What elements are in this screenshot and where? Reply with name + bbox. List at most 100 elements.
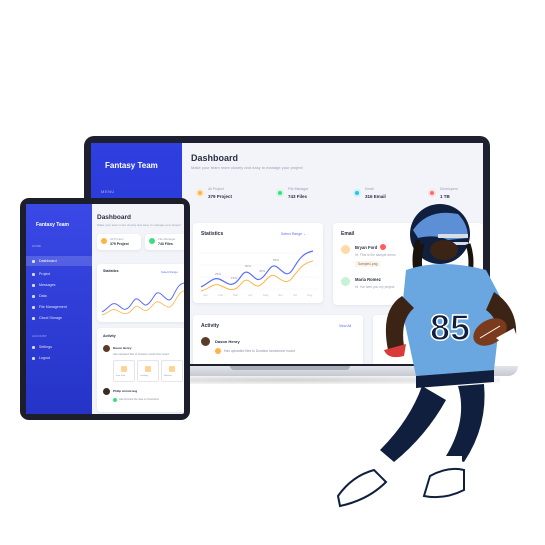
avatar bbox=[103, 345, 110, 352]
tablet-stat-all-project[interactable]: All Project 379 Project bbox=[97, 234, 141, 250]
stat-value: 743 Files bbox=[158, 242, 173, 246]
tablet-statistics-card: Statistics Select Range bbox=[97, 264, 184, 322]
file-icon bbox=[145, 366, 151, 372]
mail-icon bbox=[353, 189, 361, 197]
card-title: Activity bbox=[103, 334, 116, 338]
file-name: Landing bbox=[140, 375, 148, 377]
x-tick: Jun bbox=[278, 293, 283, 297]
file-icon bbox=[121, 366, 127, 372]
x-tick: Aug bbox=[307, 293, 313, 297]
sidebar-item-label: Logout bbox=[39, 356, 50, 360]
tablet-stat-file-manager[interactable]: File Manager 743 Files bbox=[145, 234, 184, 250]
sidebar-item-label: Project bbox=[39, 272, 51, 276]
tablet-page-title: Dashboard bbox=[97, 214, 131, 221]
activity-text: Has uploaded files to Duration randomize… bbox=[224, 349, 295, 353]
card-title: Statistics bbox=[201, 231, 224, 237]
file-icon bbox=[149, 238, 155, 244]
data-label: 55% bbox=[273, 258, 279, 262]
sidebar-item-cloud-storage[interactable]: Cloud Storage bbox=[32, 316, 62, 320]
file-icon bbox=[276, 189, 284, 197]
x-tick: May bbox=[263, 293, 269, 297]
select-range-dropdown[interactable]: Select Range ⌄ bbox=[281, 232, 306, 236]
tablet-activity-card: Activity Dason Henry Has uploaded files … bbox=[97, 328, 184, 412]
avatar bbox=[201, 337, 210, 346]
x-tick: Apr bbox=[248, 293, 253, 297]
laptop-menu-label: MENU bbox=[101, 189, 115, 194]
x-tick: Mar bbox=[233, 293, 238, 297]
file-icon bbox=[32, 305, 35, 309]
card-title: Activity bbox=[201, 323, 220, 329]
gear-icon bbox=[32, 345, 35, 349]
line-chart bbox=[101, 282, 184, 316]
data-icon bbox=[32, 294, 35, 298]
nav-section-home: HOME bbox=[32, 244, 41, 248]
code-icon bbox=[428, 189, 436, 197]
stat-label: File Manager bbox=[158, 237, 176, 241]
tablet-brand[interactable]: Fantasy Team bbox=[36, 222, 69, 228]
stat-label: Email bbox=[365, 187, 374, 191]
stat-label: File Manager bbox=[288, 187, 309, 191]
x-tick: Jan bbox=[203, 293, 208, 297]
x-tick: Feb bbox=[218, 293, 224, 297]
home-icon bbox=[32, 259, 35, 263]
sidebar-item-label: Data bbox=[39, 294, 47, 298]
data-label: 45% bbox=[259, 269, 265, 273]
activity-person: Dason Henry bbox=[215, 339, 240, 344]
avatar bbox=[103, 388, 110, 395]
series-line-blue bbox=[101, 282, 184, 313]
folder-icon bbox=[101, 238, 107, 244]
file-icon bbox=[169, 366, 175, 372]
sidebar-item-file-management[interactable]: File Management bbox=[32, 305, 67, 309]
sidebar-item-logout[interactable]: Logout bbox=[32, 356, 50, 360]
sidebar-item-label: Dashboard bbox=[39, 259, 57, 263]
upload-icon bbox=[215, 348, 221, 354]
sidebar-item-data[interactable]: Data bbox=[32, 294, 47, 298]
sidebar-item-project[interactable]: Project bbox=[32, 272, 50, 276]
sidebar-item-dashboard[interactable]: Dashboard bbox=[32, 259, 57, 263]
stat-value: 1 TB bbox=[440, 194, 450, 199]
file-name: Mockup bbox=[164, 375, 172, 377]
series-line-orange bbox=[200, 260, 314, 292]
logout-icon bbox=[32, 356, 35, 360]
laptop-page-subtitle: Make your team more closely and easy to … bbox=[191, 165, 303, 170]
data-label: 25% bbox=[215, 272, 221, 276]
stat-value: 379 Project bbox=[208, 194, 233, 199]
stat-value: 743 Files bbox=[288, 194, 308, 199]
x-tick: Jul bbox=[293, 293, 297, 297]
activity-person: Dason Henry bbox=[113, 346, 132, 350]
laptop-statistics-card: Statistics Select Range ⌄ Jan Feb Mar Ap… bbox=[193, 223, 323, 303]
sidebar-item-label: Messages bbox=[39, 283, 56, 287]
stat-label: Developers bbox=[440, 187, 458, 191]
line-chart: Jan Feb Mar Apr May Jun Jul Aug 25% 15% … bbox=[199, 250, 319, 297]
check-icon bbox=[113, 398, 117, 402]
laptop-brand[interactable]: Fantasy Team bbox=[105, 161, 158, 170]
select-range-dropdown[interactable]: Select Range bbox=[161, 270, 178, 274]
nav-section-account: ACCOUNT bbox=[32, 334, 47, 338]
series-line-blue bbox=[200, 250, 314, 288]
data-label: 60% bbox=[245, 264, 251, 268]
sidebar-item-label: File Management bbox=[39, 305, 67, 309]
jersey-number: 85 bbox=[430, 307, 470, 348]
cleat-icon bbox=[422, 467, 465, 499]
sidebar-item-label: Settings bbox=[39, 345, 52, 349]
file-thumbnail[interactable]: Icon Font bbox=[113, 360, 135, 382]
activity-text: Has finished the task on Illustration bbox=[119, 398, 160, 401]
tablet-page-subtitle: Make your team more closely and easy to … bbox=[97, 223, 181, 227]
sidebar-item-settings[interactable]: Settings bbox=[32, 345, 52, 349]
cleat-icon bbox=[336, 468, 388, 508]
stat-label: All Project bbox=[208, 187, 224, 191]
file-name: Icon Font bbox=[116, 375, 126, 377]
sidebar-item-messages[interactable]: Messages bbox=[32, 283, 55, 287]
folder-icon bbox=[32, 272, 35, 276]
file-thumbnail[interactable]: Landing bbox=[137, 360, 159, 382]
activity-person: Philip Armstrong bbox=[113, 389, 138, 393]
file-thumbnail[interactable]: Mockup bbox=[161, 360, 183, 382]
tablet-screen: Fantasy Team HOME Dashboard Project Mess… bbox=[26, 204, 184, 414]
message-icon bbox=[32, 283, 35, 287]
sidebar-item-label: Cloud Storage bbox=[39, 316, 62, 320]
cloud-icon bbox=[32, 316, 35, 320]
data-label: 15% bbox=[231, 276, 237, 280]
laptop-stat-all-project[interactable]: All Project 379 Project bbox=[196, 187, 266, 207]
tablet-sidebar: Fantasy Team HOME Dashboard Project Mess… bbox=[26, 204, 92, 414]
stat-label: All Project bbox=[110, 237, 124, 241]
